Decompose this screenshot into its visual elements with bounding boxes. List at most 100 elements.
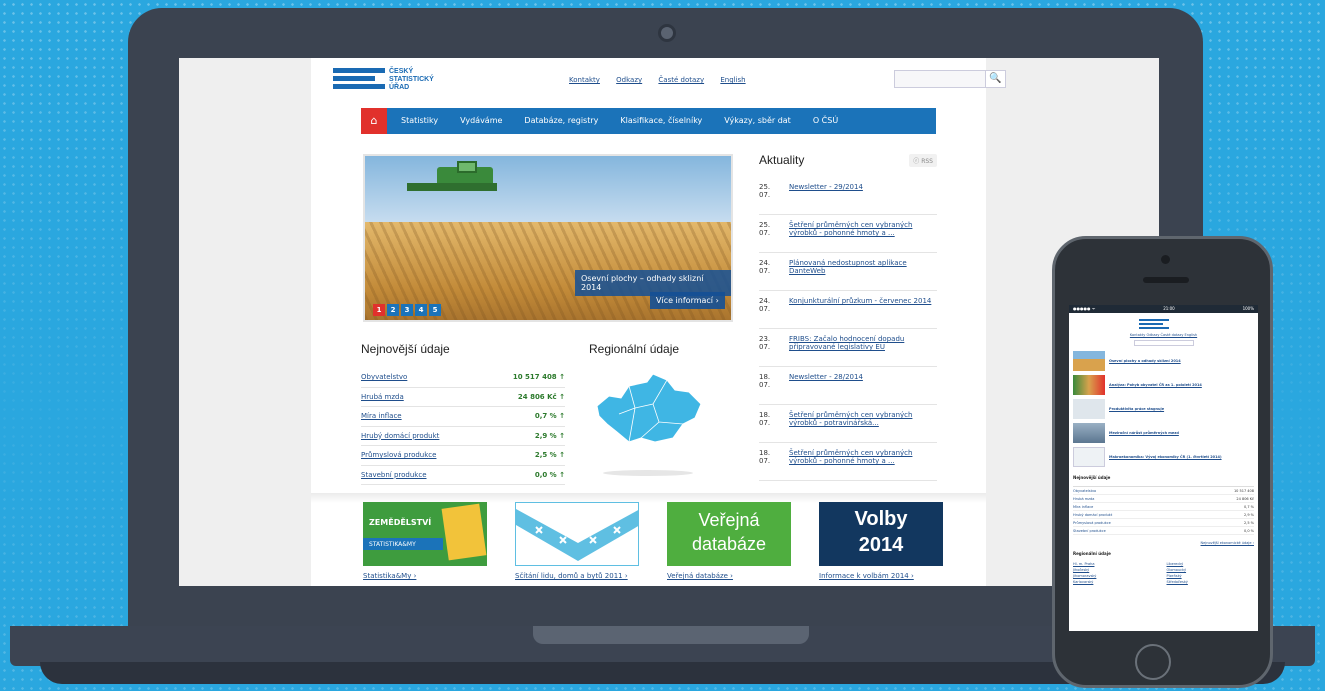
banner-public-database[interactable]: Veřejná databáze Veřejná databáze ›	[667, 502, 791, 580]
slide-page-button[interactable]: 1	[373, 304, 385, 316]
news-link[interactable]: Plánovaná nedostupnost aplikace DanteWeb	[789, 259, 937, 282]
news-link[interactable]: Newsletter - 29/2014	[789, 183, 863, 206]
phone-table-row[interactable]: Průmyslová produkce 2,5 %	[1073, 519, 1254, 527]
banner-image[interactable]: Volby 2014	[819, 502, 943, 566]
phone-region-link[interactable]: Plzeňský	[1167, 574, 1255, 578]
news-item[interactable]: 24. 07. Plánovaná nedostupnost aplikace D…	[759, 253, 937, 291]
news-link[interactable]: Šetření průměrných cen vybraných výrobků…	[789, 411, 937, 434]
banner-image[interactable]	[515, 502, 639, 566]
stat-row[interactable]: Průmyslová produkce 2,5 % ↑	[361, 446, 565, 466]
stat-label[interactable]: Hrubá mzda	[361, 393, 404, 401]
phone-row-label[interactable]: Obyvatelstvo	[1073, 489, 1096, 493]
banner-link[interactable]: Sčítání lidu, domů a bytů 2011 ›	[515, 572, 639, 580]
banner-link[interactable]: Informace k volbám 2014 ›	[819, 572, 943, 580]
phone-news-item[interactable]: Analýza: Pohyb obyvatel ČR za 1. pololet…	[1069, 373, 1258, 397]
phone-region-link[interactable]: Liberecký	[1167, 562, 1255, 566]
phone-top-links[interactable]: Kontakty Odkazy Časté dotazy English	[1069, 333, 1258, 337]
news-item[interactable]: 23. 07. FRIBS: Začalo hodnocení dopadu př…	[759, 329, 937, 367]
link-contacts[interactable]: Kontakty	[569, 76, 600, 84]
news-item[interactable]: 25. 07. Newsletter - 29/2014	[759, 177, 937, 215]
banner-census[interactable]: Sčítání lidu, domů a bytů 2011 ›	[515, 502, 639, 580]
banner-statistika-my[interactable]: ZEMĚDĚLSTVÍ STATISTIKA&MY Statistika&My …	[363, 502, 487, 580]
phone-row-label[interactable]: Hrubá mzda	[1073, 497, 1094, 501]
hero-slider[interactable]: Osevní plochy – odhady sklizní 2014 Více…	[363, 154, 733, 322]
banner-link[interactable]: Statistika&My ›	[363, 572, 487, 580]
phone-row-value: 2,9 %	[1243, 512, 1254, 517]
stat-row[interactable]: Míra inflace 0,7 % ↑	[361, 407, 565, 427]
stat-label[interactable]: Stavební produkce	[361, 471, 427, 479]
phone-news-link[interactable]: Osevní plochy a odhady sklizní 2014	[1109, 359, 1181, 363]
phone-news-item[interactable]: Meziroční nárůst průměrných mezd	[1069, 421, 1258, 445]
nav-databases[interactable]: Databáze, registry	[524, 108, 598, 134]
news-item[interactable]: 18. 07. Šetření průměrných cen vybraných …	[759, 405, 937, 443]
phone-region-link[interactable]: Karlovarský	[1073, 580, 1161, 584]
news-item[interactable]: 18. 07. Šetření průměrných cen vybraných …	[759, 443, 937, 481]
nav-publications[interactable]: Vydáváme	[460, 108, 502, 134]
banner-image[interactable]: Veřejná databáze	[667, 502, 791, 566]
news-link[interactable]: Konjunkturální průzkum - červenec 2014	[789, 297, 931, 320]
news-item[interactable]: 24. 07. Konjunkturální průzkum - červenec…	[759, 291, 937, 329]
phone-row-label[interactable]: Průmyslová produkce	[1073, 521, 1111, 525]
search-icon[interactable]: 🔍	[985, 71, 1005, 87]
phone-table-row[interactable]: Stavební produkce 0,0 %	[1073, 527, 1254, 535]
phone-news-item[interactable]: Osevní plochy a odhady sklizní 2014	[1069, 349, 1258, 373]
slide-page-button[interactable]: 5	[429, 304, 441, 316]
news-item[interactable]: 25. 07. Šetření průměrných cen vybraných …	[759, 215, 937, 253]
home-icon[interactable]: ⌂	[361, 108, 387, 134]
slide-page-button[interactable]: 2	[387, 304, 399, 316]
stat-label[interactable]: Míra inflace	[361, 412, 402, 420]
phone-table-row[interactable]: Hrubý domácí produkt 2,9 %	[1073, 511, 1254, 519]
link-english[interactable]: English	[720, 76, 745, 84]
phone-table-row[interactable]: Obyvatelstvo 10 517 408	[1073, 487, 1254, 495]
phone-region-link[interactable]: Olomoucký	[1167, 568, 1255, 572]
news-link[interactable]: Šetření průměrných cen vybraných výrobků…	[789, 449, 937, 472]
slide-page-button[interactable]: 4	[415, 304, 427, 316]
news-link[interactable]: FRIBS: Začalo hodnocení dopadu připravov…	[789, 335, 937, 358]
nav-about[interactable]: O ČSÚ	[813, 108, 838, 134]
czech-map-icon[interactable]	[589, 368, 709, 458]
phone-news-item[interactable]: Makroekonomika: Vývoj ekonomiky ČR (1. č…	[1069, 445, 1258, 469]
stat-row[interactable]: Hrubá mzda 24 806 Kč ↑	[361, 388, 565, 407]
stat-label[interactable]: Průmyslová produkce	[361, 451, 436, 459]
news-link[interactable]: Šetření průměrných cen vybraných výrobků…	[789, 221, 937, 244]
nav-classifications[interactable]: Klasifikace, číselníky	[620, 108, 702, 134]
stat-label[interactable]: Hrubý domácí produkt	[361, 432, 439, 440]
link-links[interactable]: Odkazy	[616, 76, 642, 84]
phone-logo[interactable]	[1138, 319, 1189, 331]
stat-label[interactable]: Obyvatelstvo	[361, 373, 407, 381]
search-input[interactable]: 🔍	[894, 70, 1006, 88]
phone-home-button[interactable]	[1135, 644, 1171, 680]
csu-logo[interactable]: ČESKÝ STATISTICKÝ ÚŘAD	[333, 68, 453, 98]
stat-row[interactable]: Obyvatelstvo 10 517 408 ↑	[361, 368, 565, 388]
stat-row[interactable]: Hrubý domácí produkt 2,9 % ↑	[361, 427, 565, 446]
phone-region-link[interactable]: Středočeský	[1167, 580, 1255, 584]
phone-row-label[interactable]: Stavební produkce	[1073, 529, 1106, 533]
phone-row-value: 0,0 %	[1243, 528, 1254, 533]
phone-search-input[interactable]	[1133, 340, 1194, 346]
link-faq[interactable]: Časté dotazy	[658, 76, 704, 84]
banner-link[interactable]: Veřejná databáze ›	[667, 572, 791, 580]
rss-link[interactable]: ⓡ RSS	[909, 153, 937, 167]
news-link[interactable]: Newsletter - 28/2014	[789, 373, 863, 396]
phone-row-label[interactable]: Míra inflace	[1073, 505, 1093, 509]
phone-table-row[interactable]: Míra inflace 0,7 %	[1073, 503, 1254, 511]
phone-region-link[interactable]: Hl. m. Praha	[1073, 562, 1161, 566]
slide-page-button[interactable]: 3	[401, 304, 413, 316]
phone-region-link[interactable]: Jihomoravský	[1073, 574, 1161, 578]
phone-news-link[interactable]: Produktivita práce stagnuje	[1109, 407, 1164, 411]
phone-news-item[interactable]: Produktivita práce stagnuje	[1069, 397, 1258, 421]
phone-news-link[interactable]: Analýza: Pohyb obyvatel ČR za 1. pololet…	[1109, 383, 1202, 387]
banner-image[interactable]: ZEMĚDĚLSTVÍ STATISTIKA&MY	[363, 502, 487, 566]
more-info-button[interactable]: Více informací ›	[650, 292, 725, 309]
phone-more-link[interactable]: Nejnovější ekonomické údaje ›	[1073, 541, 1254, 545]
news-item[interactable]: 18. 07. Newsletter - 28/2014	[759, 367, 937, 405]
phone-row-label[interactable]: Hrubý domácí produkt	[1073, 513, 1112, 517]
phone-region-link[interactable]: Jihočeský	[1073, 568, 1161, 572]
phone-news-link[interactable]: Meziroční nárůst průměrných mezd	[1109, 431, 1179, 435]
phone-news-link[interactable]: Makroekonomika: Vývoj ekonomiky ČR (1. č…	[1109, 455, 1222, 459]
nav-reports[interactable]: Výkazy, sběr dat	[724, 108, 791, 134]
phone-table-row[interactable]: Hrubá mzda 24 806 Kč	[1073, 495, 1254, 503]
stat-row[interactable]: Stavební produkce 0,0 % ↑	[361, 466, 565, 485]
nav-statistics[interactable]: Statistiky	[401, 108, 438, 134]
banner-elections[interactable]: Volby 2014 Informace k volbám 2014 ›	[819, 502, 943, 580]
